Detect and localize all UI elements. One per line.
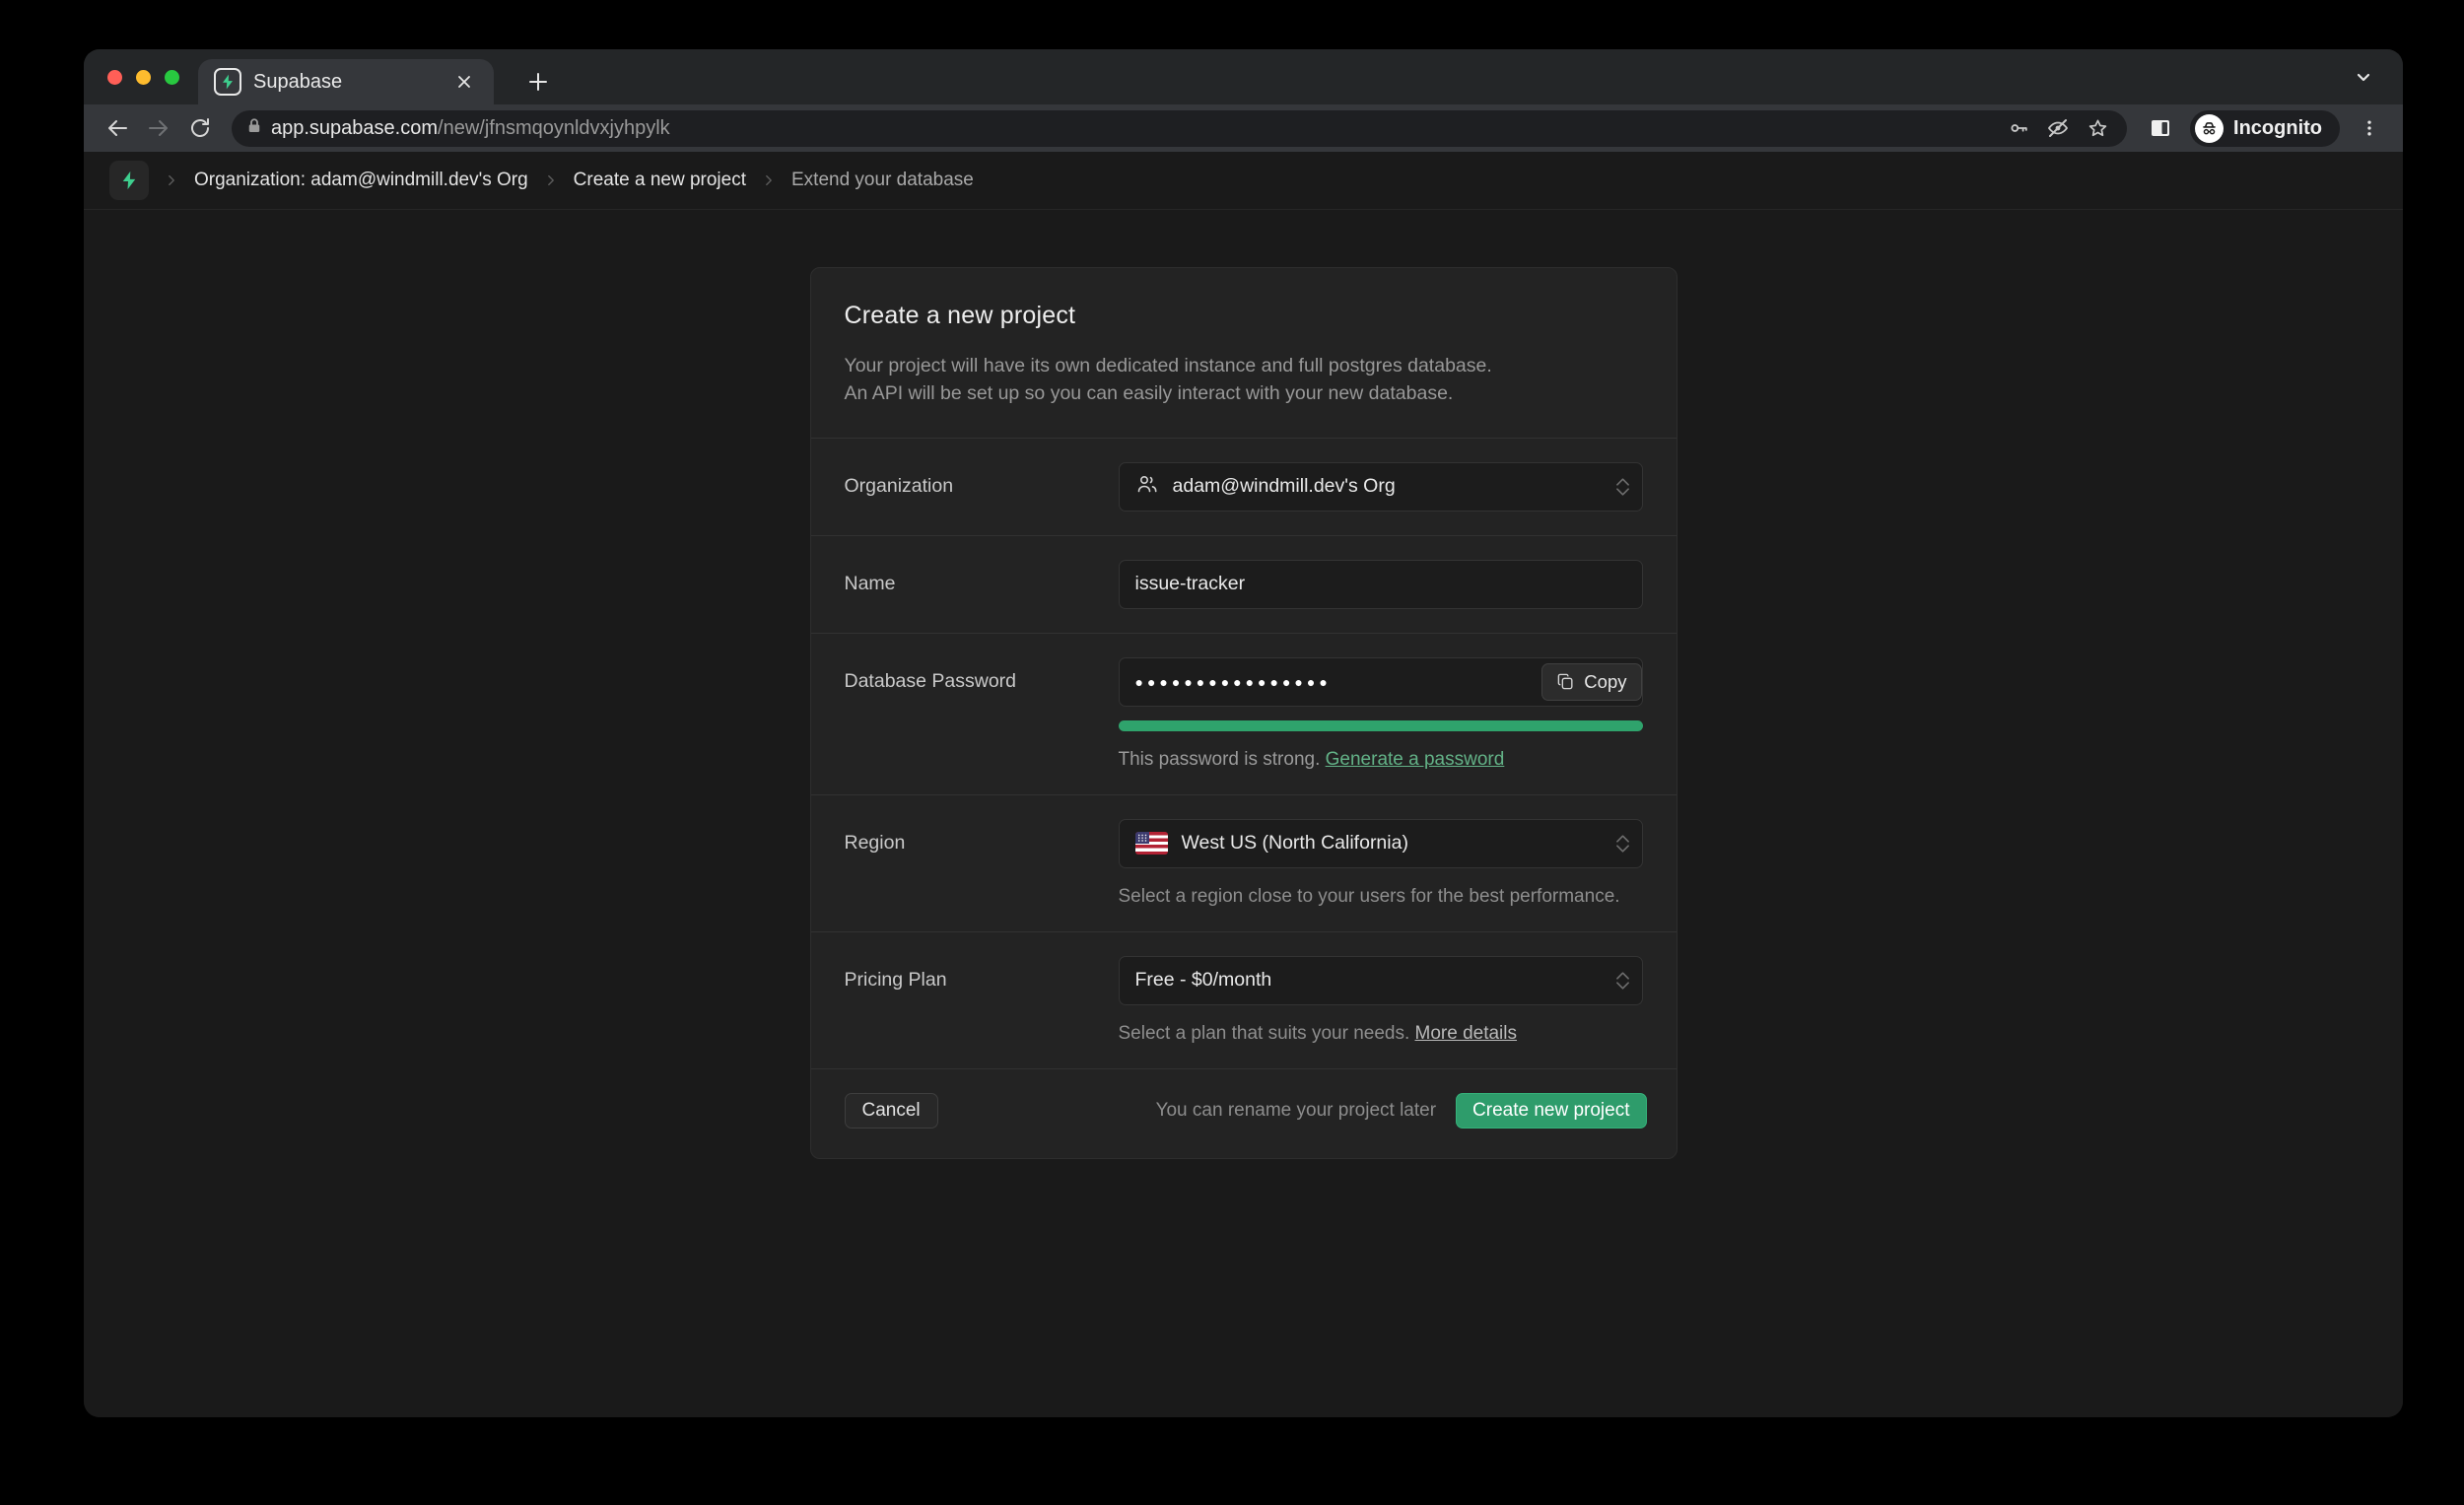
region-label: Region [845,819,1119,855]
subtitle-line-1: Your project will have its own dedicated… [845,352,1643,379]
copy-icon [1556,672,1575,691]
region-row: Region West US (North California) Select… [811,795,1677,931]
password-label: Database Password [845,657,1119,693]
tab-search-chevron-icon[interactable] [2354,49,2373,104]
url-bar[interactable]: app.supabase.com/new/jfnsmqoynldvxjyhpyl… [232,110,2127,147]
chevron-right-icon [544,173,558,187]
database-password-input[interactable]: ●●●●●●●●●●●●●●●● Copy [1119,657,1643,707]
chevron-right-icon [762,173,776,187]
browser-toolbar: app.supabase.com/new/jfnsmqoynldvxjyhpyl… [84,104,2403,152]
pricing-label: Pricing Plan [845,956,1119,992]
create-project-panel: Create a new project Your project will h… [810,267,1677,1159]
pricing-help-text: Select a plan that suits your needs. Mor… [1119,1023,1643,1045]
reload-icon[interactable] [182,110,218,146]
name-row: Name issue-tracker [811,536,1677,633]
tab-strip: Supabase [84,49,2403,104]
pricing-help: Select a plan that suits your needs. [1119,1023,1410,1044]
traffic-lights [107,49,179,104]
side-panel-icon[interactable] [2143,110,2178,146]
region-select[interactable]: West US (North California) [1119,819,1643,868]
organization-row: Organization adam@windmill.dev's Org [811,439,1677,535]
pricing-row: Pricing Plan Free - $0/month Select a pl… [811,932,1677,1068]
region-value: West US (North California) [1182,832,1408,855]
password-strength-bar [1119,720,1643,731]
region-help-text: Select a region close to your users for … [1119,886,1643,908]
panel-header: Create a new project Your project will h… [811,268,1677,438]
panel-subtitle: Your project will have its own dedicated… [845,352,1643,408]
password-row: Database Password ●●●●●●●●●●●●●●●● Copy … [811,634,1677,794]
rename-note: You can rename your project later [956,1100,1438,1122]
strength-text: This password is strong. [1119,749,1321,770]
new-tab-button[interactable] [515,59,561,104]
more-details-link[interactable]: More details [1415,1023,1518,1044]
project-name-input[interactable]: issue-tracker [1119,560,1643,609]
pricing-select[interactable]: Free - $0/month [1119,956,1643,1005]
select-chevrons-icon [1616,956,1629,1005]
incognito-label: Incognito [2233,117,2322,140]
incognito-icon [2195,114,2224,143]
supabase-logo-icon[interactable] [109,161,149,200]
cancel-button[interactable]: Cancel [845,1093,938,1129]
pricing-value: Free - $0/month [1135,969,1272,992]
create-new-project-button[interactable]: Create new project [1456,1093,1646,1129]
project-name-value: issue-tracker [1135,573,1246,595]
password-note: This password is strong. Generate a pass… [1119,749,1643,771]
breadcrumb-item-organization[interactable]: Organization: adam@windmill.dev's Org [194,170,528,191]
tab-title: Supabase [253,71,439,94]
browser-window: Supabase [84,49,2403,1417]
copy-label: Copy [1584,671,1626,693]
forward-icon[interactable] [141,110,176,146]
users-icon [1135,472,1159,501]
back-icon[interactable] [100,110,135,146]
eye-slash-icon[interactable] [2042,112,2074,144]
breadcrumb: Organization: adam@windmill.dev's Org Cr… [84,152,2403,210]
subtitle-line-2: An API will be set up so you can easily … [845,379,1643,407]
page-title: Create a new project [845,302,1643,330]
maximize-window-button[interactable] [165,70,179,85]
organization-value: adam@windmill.dev's Org [1173,475,1396,498]
name-label: Name [845,560,1119,595]
select-chevrons-icon [1616,462,1629,512]
minimize-window-button[interactable] [136,70,151,85]
generate-password-link[interactable]: Generate a password [1326,749,1505,770]
organization-label: Organization [845,462,1119,498]
supabase-favicon-icon [214,68,241,96]
tab-close-icon[interactable] [450,68,478,96]
supabase-page: Organization: adam@windmill.dev's Org Cr… [84,152,2403,1417]
breadcrumb-item-create-project[interactable]: Create a new project [574,170,746,191]
us-flag-icon [1135,832,1168,855]
password-key-icon[interactable] [2003,112,2034,144]
password-masked-value: ●●●●●●●●●●●●●●●● [1135,674,1529,690]
organization-select[interactable]: adam@windmill.dev's Org [1119,462,1643,512]
incognito-badge: Incognito [2190,110,2340,147]
url-domain: app.supabase.com [271,117,438,139]
select-chevrons-icon [1616,819,1629,868]
chevron-right-icon [165,173,178,187]
browser-tab-supabase[interactable]: Supabase [198,59,494,104]
breadcrumb-item-extend-database[interactable]: Extend your database [791,170,974,191]
https-lock-icon [245,117,263,140]
panel-footer: Cancel You can rename your project later… [811,1069,1677,1158]
desktop-background: Supabase [0,0,2464,1505]
browser-menu-icon[interactable] [2352,110,2387,146]
url-path: /new/jfnsmqoynldvxjyhpylk [438,117,670,139]
close-window-button[interactable] [107,70,122,85]
copy-password-button[interactable]: Copy [1541,663,1641,701]
bookmark-star-icon[interactable] [2082,112,2113,144]
url-text: app.supabase.com/new/jfnsmqoynldvxjyhpyl… [271,117,1995,140]
